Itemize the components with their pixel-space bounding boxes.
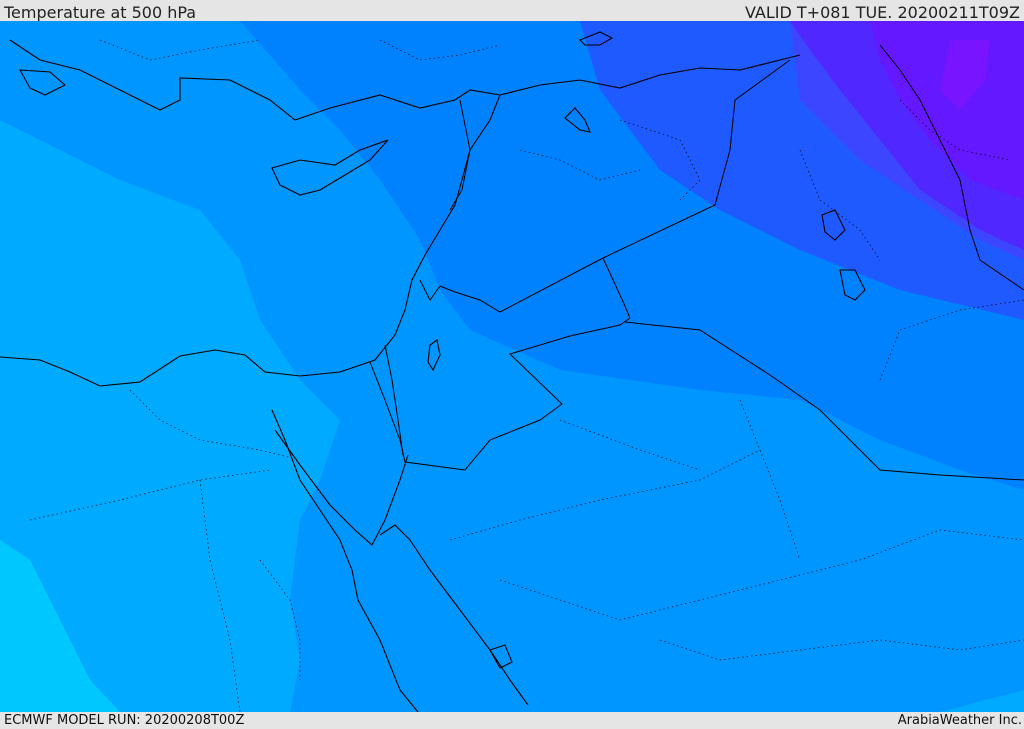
valid-time: VALID T+081 TUE. 20200211T09Z — [744, 3, 1020, 22]
map-canvas — [0, 21, 1024, 712]
weather-map — [0, 21, 1024, 712]
map-title: Temperature at 500 hPa — [4, 3, 197, 22]
credit-label: ArabiaWeather Inc. — [897, 713, 1022, 728]
model-run-label: ECMWF MODEL RUN: 20200208T00Z — [4, 713, 245, 728]
